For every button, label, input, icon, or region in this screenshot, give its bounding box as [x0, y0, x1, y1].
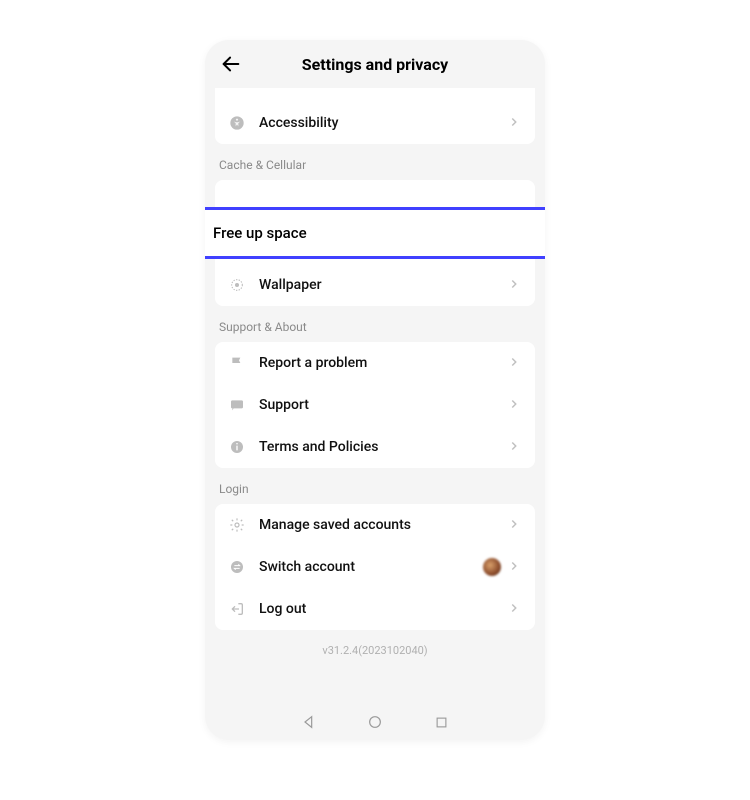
- section-cache-cellular: Cache & Cellular: [215, 144, 535, 180]
- row-label: Switch account: [259, 559, 483, 575]
- chevron-right-icon: [507, 355, 523, 371]
- logout-icon: [227, 599, 247, 619]
- card-top: Accessibility: [215, 88, 535, 144]
- chevron-right-icon: [507, 88, 523, 89]
- nav-back[interactable]: [300, 713, 318, 731]
- arrow-left-icon: [220, 53, 242, 75]
- chevron-right-icon: [507, 517, 523, 533]
- row-label: Wallpaper: [259, 277, 507, 293]
- row-label: Report a problem: [259, 355, 507, 371]
- chevron-right-icon: [507, 601, 523, 617]
- droplet-icon: [227, 233, 247, 253]
- switch-icon: [227, 557, 247, 577]
- chevron-right-icon: [507, 439, 523, 455]
- row-label: Data Saver: [259, 235, 507, 251]
- row-switch-account[interactable]: Switch account: [215, 546, 535, 588]
- wallpaper-icon: [227, 275, 247, 295]
- gear-icon: [227, 515, 247, 535]
- card-support: Report a problem Support: [215, 342, 535, 468]
- row-log-out[interactable]: Log out: [215, 588, 535, 630]
- chevron-right-icon: [507, 397, 523, 413]
- row-accessibility[interactable]: Accessibility: [215, 102, 535, 144]
- row-label: Accessibility: [259, 115, 507, 131]
- row-wallpaper[interactable]: Wallpaper: [215, 264, 535, 306]
- content: Free up space: [205, 88, 545, 667]
- chevron-right-icon: [507, 559, 523, 575]
- generic-icon: [227, 88, 247, 91]
- android-navbar: [205, 704, 545, 740]
- chevron-right-icon: [507, 235, 523, 251]
- row-label: Support: [259, 397, 507, 413]
- row-terms-policies[interactable]: Terms and Policies: [215, 426, 535, 468]
- scroll-area: Free up space: [205, 88, 545, 704]
- row-label: Manage saved accounts: [259, 517, 507, 533]
- row-manage-accounts[interactable]: Manage saved accounts: [215, 504, 535, 546]
- square-recent-icon: [434, 715, 449, 730]
- section-login: Login: [215, 468, 535, 504]
- phone-frame: Settings and privacy Free up space: [205, 40, 545, 740]
- account-avatar: [483, 558, 501, 576]
- section-support-about: Support & About: [215, 306, 535, 342]
- card-cache: Data Saver Wallpaper: [215, 180, 535, 306]
- row-support[interactable]: Support: [215, 384, 535, 426]
- row-data-saver[interactable]: Data Saver: [215, 222, 535, 264]
- chevron-right-icon: [507, 115, 523, 131]
- back-button[interactable]: [219, 52, 243, 76]
- chat-icon: [227, 395, 247, 415]
- accessibility-icon: [227, 113, 247, 133]
- chevron-right-icon: [507, 277, 523, 293]
- card-login: Manage saved accounts Switch account: [215, 504, 535, 630]
- flag-icon: [227, 353, 247, 373]
- nav-home[interactable]: [366, 713, 384, 731]
- circle-home-icon: [367, 714, 383, 730]
- info-icon: [227, 437, 247, 457]
- row-label: Terms and Policies: [259, 439, 507, 455]
- header-bar: Settings and privacy: [205, 40, 545, 88]
- row-label: Log out: [259, 601, 507, 617]
- row-report-problem[interactable]: Report a problem: [215, 342, 535, 384]
- triangle-back-icon: [301, 714, 317, 730]
- row-cutoff[interactable]: [215, 88, 535, 102]
- page-title: Settings and privacy: [302, 55, 448, 74]
- version-text: v31.2.4(2023102040): [215, 630, 535, 667]
- nav-recent[interactable]: [432, 713, 450, 731]
